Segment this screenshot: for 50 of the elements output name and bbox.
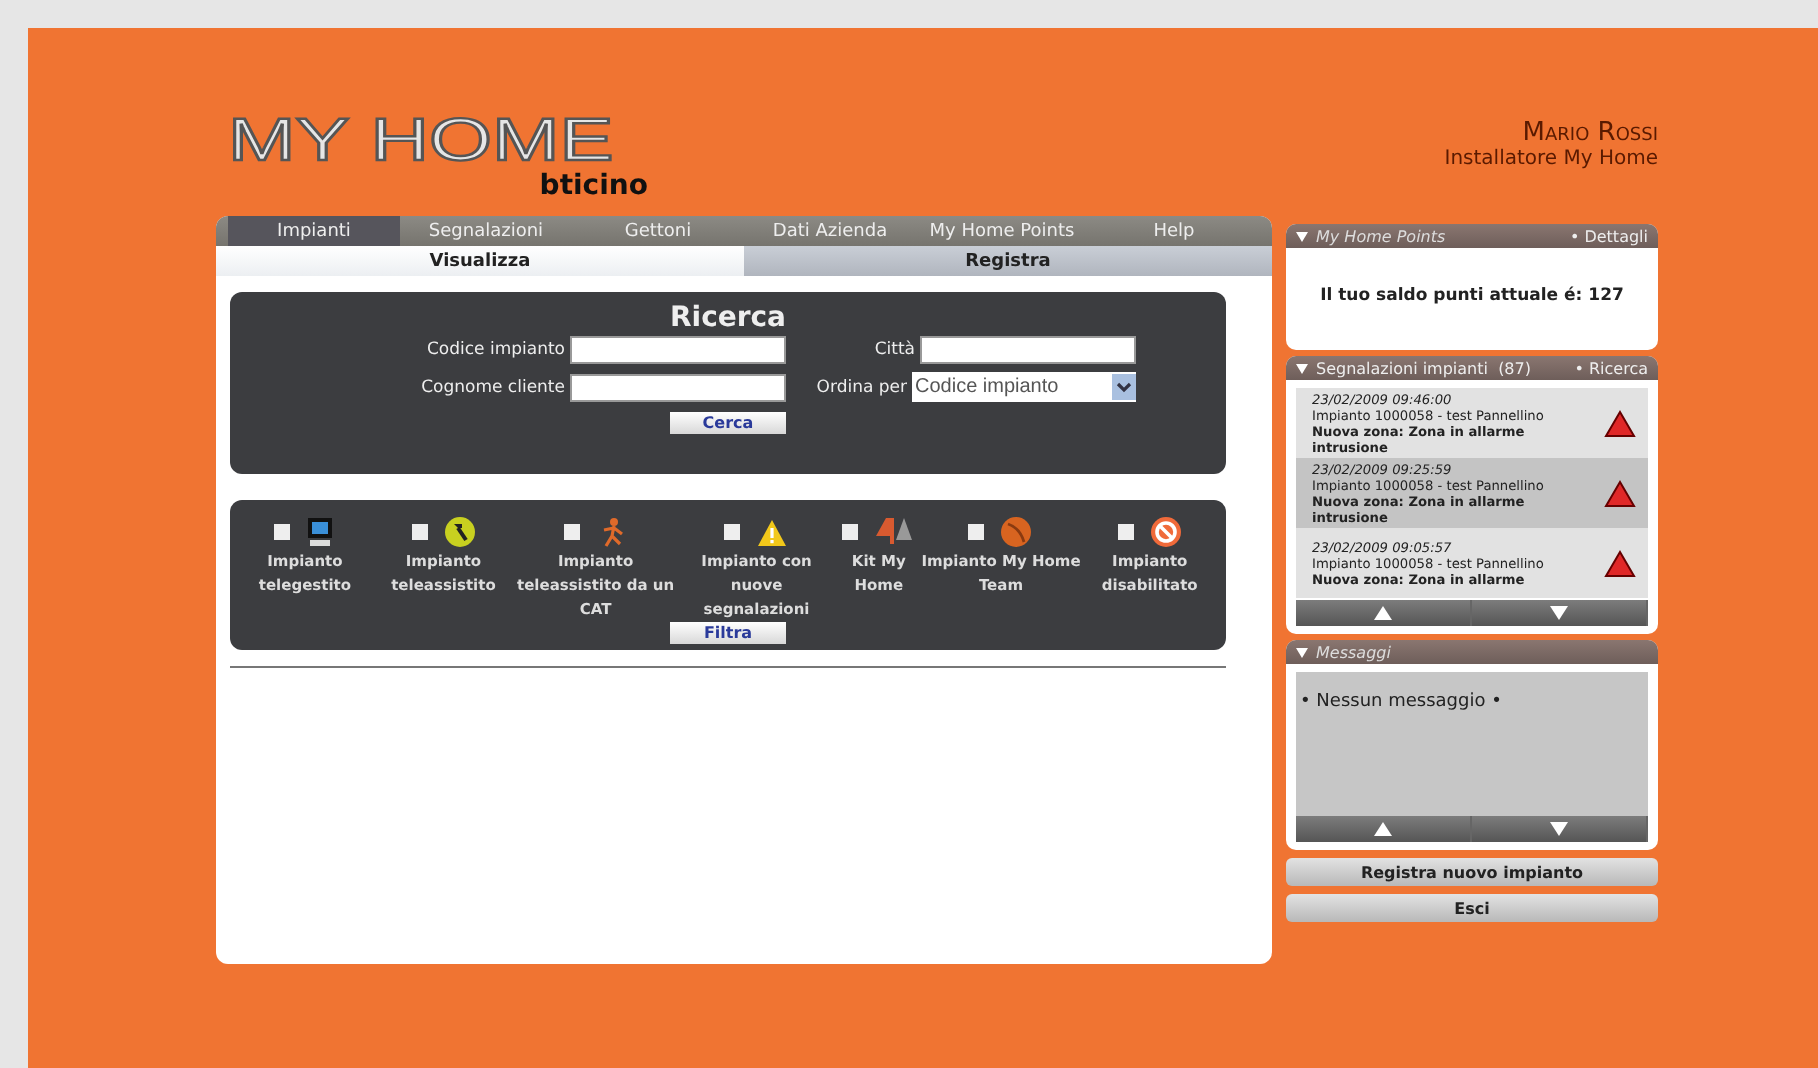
input-field[interactable] xyxy=(569,373,785,401)
sort-dropdown[interactable]: Codice impianto xyxy=(911,372,1135,402)
checkbox[interactable] xyxy=(842,524,859,540)
collapse-icon xyxy=(1296,363,1308,374)
filter-button[interactable]: Filtra xyxy=(670,622,786,644)
logo-title: MY HOME xyxy=(228,116,614,168)
down-arrow-icon xyxy=(1550,606,1568,620)
checkbox[interactable] xyxy=(724,524,741,540)
field-label: Cognome cliente xyxy=(421,377,565,397)
search-title: Ricerca xyxy=(669,302,787,334)
input-field[interactable] xyxy=(569,336,785,364)
action-button[interactable]: Esci xyxy=(1286,894,1658,922)
field-label: Città xyxy=(874,340,915,360)
warning-icon xyxy=(756,517,789,547)
collapse-icon xyxy=(1296,647,1308,658)
points-balance: Il tuo saldo punti attuale é: 127 xyxy=(1320,285,1624,305)
sub-tab[interactable]: Registra xyxy=(744,246,1272,276)
input-field[interactable] xyxy=(919,336,1135,364)
brand-logo: bticino xyxy=(539,172,648,200)
field-label: Ordina per xyxy=(816,377,907,397)
box-title: Messaggi xyxy=(1296,643,1391,661)
checkbox[interactable] xyxy=(563,524,580,540)
up-arrow-icon xyxy=(1374,606,1392,620)
checkbox[interactable] xyxy=(274,524,291,540)
field-label: Codice impianto xyxy=(426,340,565,360)
alarm-icon xyxy=(1604,409,1636,437)
hammer-icon xyxy=(443,516,476,548)
checkbox[interactable] xyxy=(411,524,428,540)
down-arrow-icon xyxy=(1550,822,1568,836)
kit-logo-icon xyxy=(874,516,915,548)
messages-text: • Nessun messaggio • xyxy=(1300,692,1502,712)
box-title: My Home Points xyxy=(1296,227,1446,245)
action-button[interactable]: Registra nuovo impianto xyxy=(1286,858,1658,886)
details-link[interactable]: • Dettagli xyxy=(1569,227,1648,245)
checkbox[interactable] xyxy=(968,524,985,540)
alarm-icon xyxy=(1604,479,1636,507)
alarm-icon xyxy=(1604,549,1636,577)
search-link[interactable]: • Ricerca xyxy=(1574,359,1648,377)
user-name: Mario Rossi xyxy=(1520,120,1658,148)
forbidden-icon xyxy=(1149,516,1182,548)
checkbox[interactable] xyxy=(1117,524,1134,540)
ball-icon xyxy=(1000,516,1033,548)
box-title: Segnalazioni impianti (87) xyxy=(1296,359,1531,377)
nav-tab[interactable]: Impianti xyxy=(228,216,400,246)
collapse-icon xyxy=(1296,231,1308,242)
search-button[interactable]: Cerca xyxy=(670,412,786,434)
monitor-icon xyxy=(306,516,335,548)
user-role: Installatore My Home xyxy=(1444,148,1658,172)
up-arrow-icon xyxy=(1374,822,1392,836)
sub-tab[interactable]: Visualizza xyxy=(216,246,744,276)
